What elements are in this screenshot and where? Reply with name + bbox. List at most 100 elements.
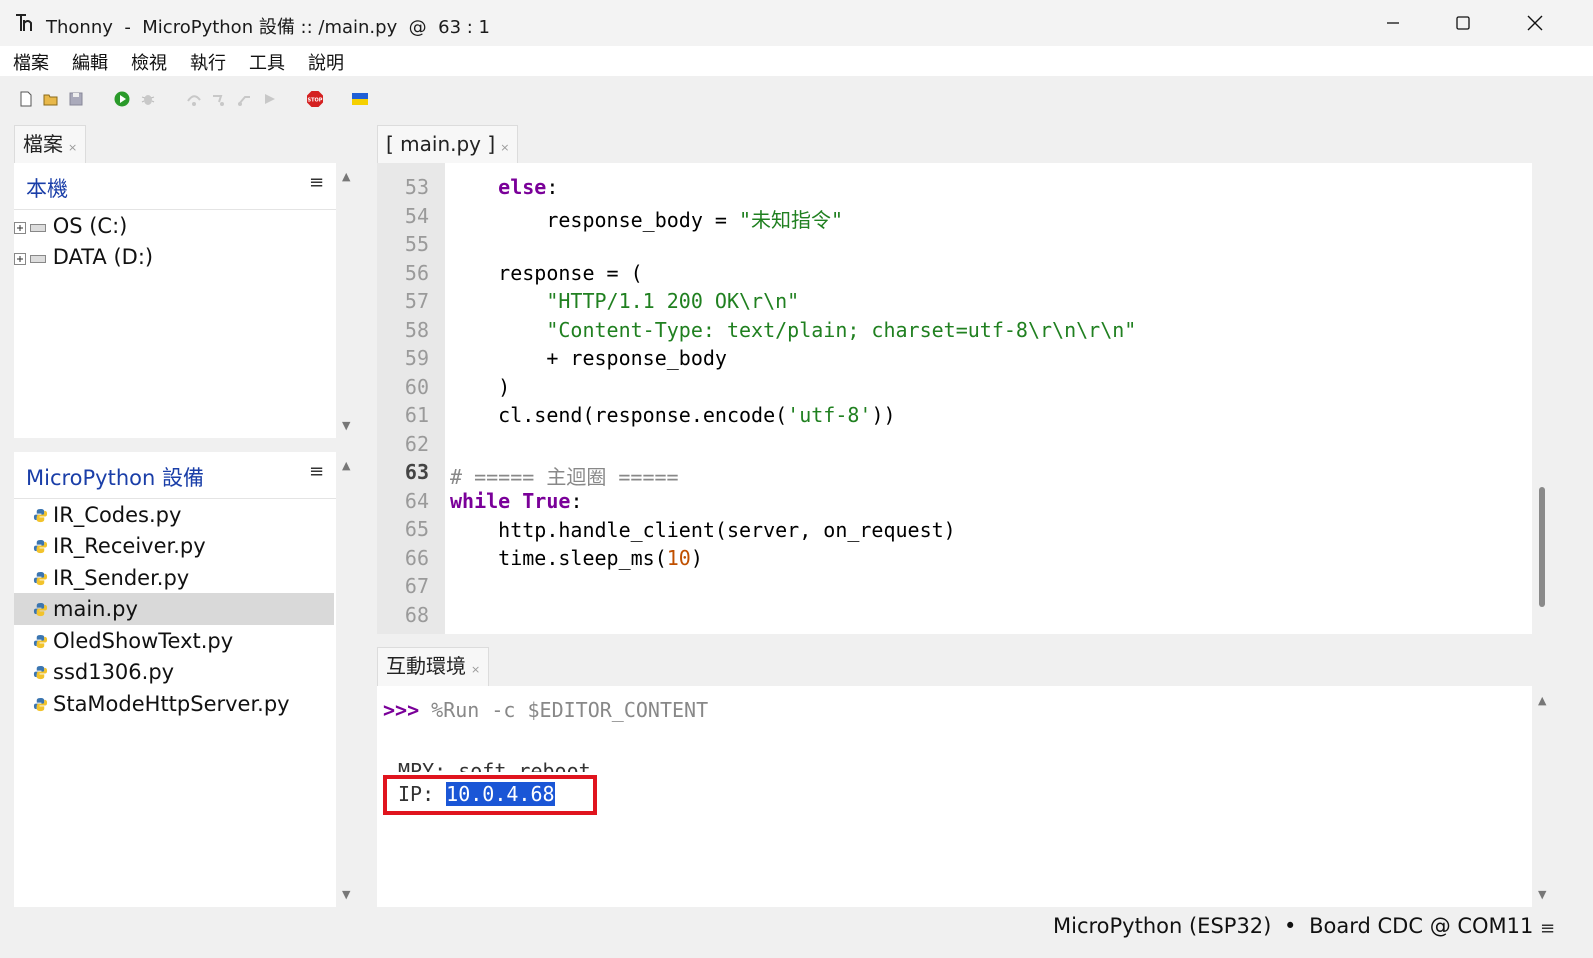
svg-text:STOP: STOP: [308, 98, 323, 104]
scroll-up-icon[interactable]: ▲: [342, 459, 350, 472]
device-header: MicroPython 設備: [26, 466, 204, 490]
line-number: 59: [404, 346, 429, 370]
line-number: 56: [404, 261, 429, 285]
line-number-gutter: 53 54 55 56 57 58 59 60 61 62 63 64 65 6…: [377, 163, 445, 634]
open-file-icon[interactable]: [42, 90, 60, 108]
drive-label: DATA (D:): [52, 245, 154, 269]
device-scrollbar[interactable]: [337, 452, 359, 907]
file-name: IR_Receiver.py: [53, 534, 206, 558]
drive-icon: [30, 255, 46, 263]
highlight-box: [383, 775, 597, 815]
device-file-item[interactable]: ssd1306.py: [14, 656, 334, 688]
code-line[interactable]: time.sleep_ms(10): [450, 546, 703, 570]
step-over-icon[interactable]: [185, 90, 203, 108]
menu-tools[interactable]: 工具: [249, 49, 285, 75]
device-file-item[interactable]: IR_Sender.py: [14, 562, 334, 594]
code-line[interactable]: while True:: [450, 489, 582, 513]
editor-tab-label: [ main.py ]: [386, 132, 496, 156]
new-file-icon[interactable]: [17, 90, 35, 108]
local-files-panel: [14, 163, 336, 438]
tab-editor-main[interactable]: [ main.py ] ×: [377, 125, 519, 164]
step-out-icon[interactable]: [235, 90, 253, 108]
file-name: IR_Sender.py: [53, 566, 190, 590]
status-separator: •: [1284, 914, 1297, 938]
minimize-button[interactable]: [1358, 0, 1428, 46]
drive-label: OS (C:): [52, 214, 128, 238]
line-number: 55: [404, 232, 429, 256]
device-file-item[interactable]: IR_Receiver.py: [14, 530, 334, 562]
menu-view[interactable]: 檢視: [131, 49, 167, 75]
code-line[interactable]: "HTTP/1.1 200 OK\r\n": [450, 289, 799, 313]
python-file-icon: [33, 508, 48, 523]
editor-scrollbar-thumb[interactable]: [1539, 487, 1545, 607]
tab-close-icon[interactable]: ×: [68, 141, 77, 154]
device-file-item[interactable]: OledShowText.py: [14, 625, 334, 657]
code-line[interactable]: ): [450, 375, 510, 399]
menu-bar: [0, 46, 1593, 76]
code-line[interactable]: http.handle_client(server, on_request): [450, 518, 956, 542]
code-line[interactable]: else:: [450, 175, 558, 199]
run-icon[interactable]: [113, 90, 131, 108]
scroll-down-icon[interactable]: ▼: [342, 419, 350, 432]
resume-icon[interactable]: [261, 90, 279, 108]
drive-item-c[interactable]: OS (C:): [14, 211, 127, 242]
shell-command-line: >>> %Run -c $EDITOR_CONTENT: [383, 698, 708, 722]
status-text[interactable]: MicroPython (ESP32) • Board CDC @ COM11: [1053, 914, 1533, 938]
python-file-icon: [33, 697, 48, 712]
code-line[interactable]: response_body = "未知指令": [450, 204, 843, 233]
file-name: ssd1306.py: [53, 660, 175, 684]
menu-run[interactable]: 執行: [190, 49, 226, 75]
device-file-item[interactable]: IR_Codes.py: [14, 499, 334, 531]
port-label[interactable]: Board CDC @ COM11: [1309, 914, 1533, 938]
shell-tab-label: 互動環境: [386, 654, 466, 678]
code-line[interactable]: response = (: [450, 261, 643, 285]
step-into-icon[interactable]: [210, 90, 228, 108]
file-name: OledShowText.py: [53, 629, 234, 653]
line-number: 64: [404, 489, 429, 513]
menu-file[interactable]: 檔案: [13, 49, 49, 75]
shell-prompt: >>>: [383, 698, 420, 722]
expand-plus-icon[interactable]: [14, 222, 26, 234]
stop-icon[interactable]: STOP: [306, 90, 324, 108]
line-number-current: 63: [404, 460, 429, 484]
expand-plus-icon[interactable]: [14, 253, 26, 265]
menu-help[interactable]: 說明: [308, 49, 344, 75]
device-file-item[interactable]: StaModeHttpServer.py: [14, 688, 334, 720]
device-file-item-selected[interactable]: main.py: [14, 593, 334, 625]
python-file-icon: [33, 602, 48, 617]
tab-close-icon[interactable]: ×: [471, 663, 480, 676]
python-file-icon: [33, 665, 48, 680]
divider: [14, 209, 336, 210]
debug-icon[interactable]: [139, 90, 157, 108]
line-number: 58: [404, 318, 429, 342]
scroll-down-icon[interactable]: ▼: [342, 888, 350, 901]
code-line[interactable]: "Content-Type: text/plain; charset=utf-8…: [450, 318, 1136, 342]
window-title: Thonny - MicroPython 設備 :: /main.py @ 63…: [46, 17, 490, 38]
save-icon[interactable]: [67, 90, 85, 108]
status-menu-icon[interactable]: ≡: [1540, 918, 1555, 939]
line-number: 68: [404, 603, 429, 627]
scroll-up-icon[interactable]: ▲: [342, 170, 350, 183]
local-menu-icon[interactable]: ≡: [309, 172, 324, 193]
tab-files[interactable]: 檔案 ×: [14, 125, 87, 164]
code-line[interactable]: cl.send(response.encode('utf-8')): [450, 403, 895, 427]
code-line[interactable]: # ===== 主迴圈 =====: [450, 461, 679, 490]
ukraine-flag-icon[interactable]: [351, 90, 369, 108]
line-number: 57: [404, 289, 429, 313]
maximize-button[interactable]: [1428, 0, 1498, 46]
interpreter-label[interactable]: MicroPython (ESP32): [1053, 914, 1271, 938]
device-menu-icon[interactable]: ≡: [309, 461, 324, 482]
tab-shell[interactable]: 互動環境 ×: [377, 647, 490, 686]
drive-item-d[interactable]: DATA (D:): [14, 242, 153, 273]
local-scrollbar[interactable]: [337, 163, 359, 438]
python-file-icon: [33, 539, 48, 554]
scroll-down-icon[interactable]: ▼: [1538, 888, 1546, 901]
tab-close-icon[interactable]: ×: [500, 141, 509, 154]
scroll-up-icon[interactable]: ▲: [1538, 694, 1546, 707]
menu-edit[interactable]: 編輯: [72, 49, 108, 75]
file-name: IR_Codes.py: [53, 503, 182, 527]
file-name: StaModeHttpServer.py: [53, 692, 290, 716]
shell-scrollbar[interactable]: [1533, 686, 1555, 907]
code-line[interactable]: + response_body: [450, 346, 727, 370]
close-button[interactable]: [1500, 0, 1570, 46]
